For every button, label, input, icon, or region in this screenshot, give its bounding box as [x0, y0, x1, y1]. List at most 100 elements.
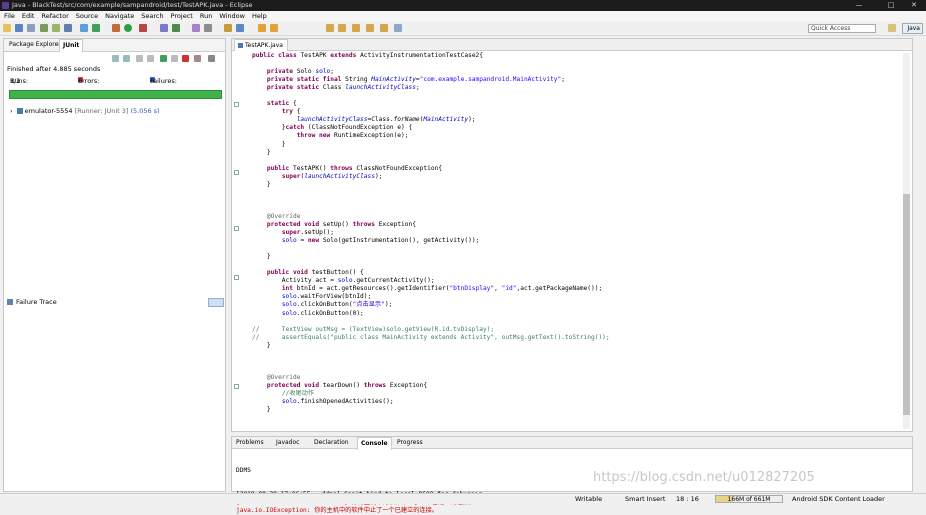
failure-trace-label: Failure Trace — [16, 298, 57, 306]
code-line: // assertEquals("public class MainActivi… — [252, 334, 897, 342]
tab-declaration[interactable]: Declaration — [314, 437, 349, 449]
bottom-tabs: Problems Javadoc Declaration Console Pro… — [232, 437, 912, 450]
menu-run[interactable]: Run — [196, 11, 215, 21]
tab-progress[interactable]: Progress — [397, 437, 423, 449]
heap-status[interactable]: 166M of 661M — [715, 495, 783, 503]
code-token: ); — [374, 172, 383, 180]
fold-toggle-icon[interactable] — [234, 170, 239, 175]
tab-package-explorer[interactable]: Package Explorer — [6, 39, 64, 52]
menu-help[interactable]: Help — [248, 11, 270, 21]
code-line: public TestAPK() throws ClassNotFoundExc… — [252, 165, 897, 173]
close-button[interactable]: ✕ — [903, 0, 925, 11]
save-all-icon[interactable] — [27, 24, 35, 32]
fold-toggle-icon[interactable] — [234, 102, 239, 107]
annotation-icon[interactable] — [224, 24, 232, 32]
view-menu-icon[interactable] — [208, 55, 215, 62]
last-edit-icon[interactable] — [352, 24, 360, 32]
menu-navigate[interactable]: Navigate — [101, 11, 137, 21]
code-token: } — [252, 124, 286, 132]
minimize-button[interactable]: — — [848, 0, 870, 11]
next-failure-icon[interactable] — [112, 55, 119, 62]
run-icon[interactable] — [124, 24, 132, 32]
tab-console[interactable]: Console — [357, 437, 392, 450]
fold-toggle-icon[interactable] — [234, 226, 239, 231]
junit-icon[interactable] — [92, 24, 100, 32]
menu-source[interactable]: Source — [72, 11, 101, 21]
code-text[interactable]: public class TestAPK extends ActivityIns… — [252, 52, 897, 430]
pin-editor-icon[interactable] — [394, 24, 402, 32]
code-token: } — [252, 341, 271, 349]
rerun-test-icon[interactable] — [160, 55, 167, 62]
code-token: public — [266, 164, 293, 172]
back-icon[interactable] — [326, 24, 334, 32]
navigate-back-icon[interactable] — [366, 24, 374, 32]
test-history-icon[interactable] — [194, 55, 201, 62]
lint-icon[interactable] — [64, 24, 72, 32]
editor-scrollbar[interactable] — [903, 53, 910, 429]
menu-file[interactable]: File — [0, 11, 18, 21]
menu-bar: File Edit Refactor Source Navigate Search Proj… — [0, 11, 926, 21]
code-line: } — [252, 253, 897, 261]
java-perspective-button[interactable]: Java — [902, 23, 923, 34]
open-perspective-icon[interactable] — [888, 24, 896, 32]
next-annotation-icon[interactable] — [258, 24, 266, 32]
code-line: public class TestAPK extends ActivityIns… — [252, 52, 897, 60]
editor-tab-testapk[interactable]: TestAPK.java — [234, 39, 288, 51]
maximize-button[interactable]: □ — [880, 0, 902, 11]
quick-access-input[interactable]: Quick Access — [808, 24, 876, 33]
tab-javadoc[interactable]: Javadoc — [276, 437, 299, 449]
new-java-package-icon[interactable] — [160, 24, 168, 32]
previous-annotation-icon[interactable] — [270, 24, 278, 32]
search-icon[interactable] — [204, 24, 212, 32]
android-sdk-icon[interactable] — [40, 24, 48, 32]
compare-results-button[interactable] — [208, 298, 224, 307]
toggle-mark-icon[interactable] — [236, 24, 244, 32]
menu-search[interactable]: Search — [137, 11, 166, 21]
external-tools-icon[interactable] — [139, 24, 147, 32]
code-token: super — [281, 229, 301, 237]
code-token: "com.example.sampandroid.MainActivity" — [419, 76, 562, 84]
menu-window[interactable]: Window — [215, 11, 248, 21]
editor-scrollbar-thumb[interactable] — [903, 194, 910, 415]
console-output[interactable]: DDMS [2018-09-29 17:06:55 - ddms] Can't … — [236, 451, 482, 515]
expand-chevron-icon[interactable]: › — [10, 107, 13, 115]
forward-icon[interactable] — [338, 24, 346, 32]
show-failures-only-icon[interactable] — [136, 55, 143, 62]
navigate-forward-icon[interactable] — [380, 24, 388, 32]
code-token: protected void — [266, 220, 323, 228]
tab-problems[interactable]: Problems — [236, 437, 264, 449]
fold-toggle-icon[interactable] — [234, 384, 239, 389]
fold-toggle-icon[interactable] — [234, 275, 239, 280]
avd-manager-icon[interactable] — [52, 24, 60, 32]
skip-breakpoints-icon[interactable] — [80, 24, 88, 32]
code-token: launchActivityClass — [296, 116, 368, 124]
test-tree: › emulator-5554 [Runner: JUnit 3] (5.056 … — [10, 107, 160, 115]
code-token: new — [307, 237, 323, 245]
test-runner: [Runner: JUnit 3] — [74, 107, 129, 115]
scroll-lock-icon[interactable] — [147, 55, 154, 62]
new-file-icon[interactable] — [3, 24, 11, 32]
code-token: public void — [266, 269, 312, 277]
failure-trace-header: Failure Trace — [7, 298, 224, 307]
code-token: launchActivityClass — [304, 172, 375, 180]
previous-failure-icon[interactable] — [123, 55, 130, 62]
tab-junit[interactable]: JUnit — [59, 39, 84, 52]
menu-edit[interactable]: Edit — [18, 11, 38, 21]
menu-project[interactable]: Project — [167, 11, 196, 21]
new-java-class-icon[interactable] — [172, 24, 180, 32]
rerun-failed-icon[interactable] — [171, 55, 178, 62]
debug-icon[interactable] — [112, 24, 120, 32]
test-item-name[interactable]: emulator-5554 — [25, 107, 73, 115]
code-token: (ClassNotFoundException e) { — [307, 124, 413, 132]
code-line: static { — [252, 100, 897, 108]
open-type-icon[interactable] — [192, 24, 200, 32]
save-icon[interactable] — [15, 24, 23, 32]
menu-refactor[interactable]: Refactor — [37, 11, 71, 21]
stop-icon[interactable] — [182, 55, 189, 62]
